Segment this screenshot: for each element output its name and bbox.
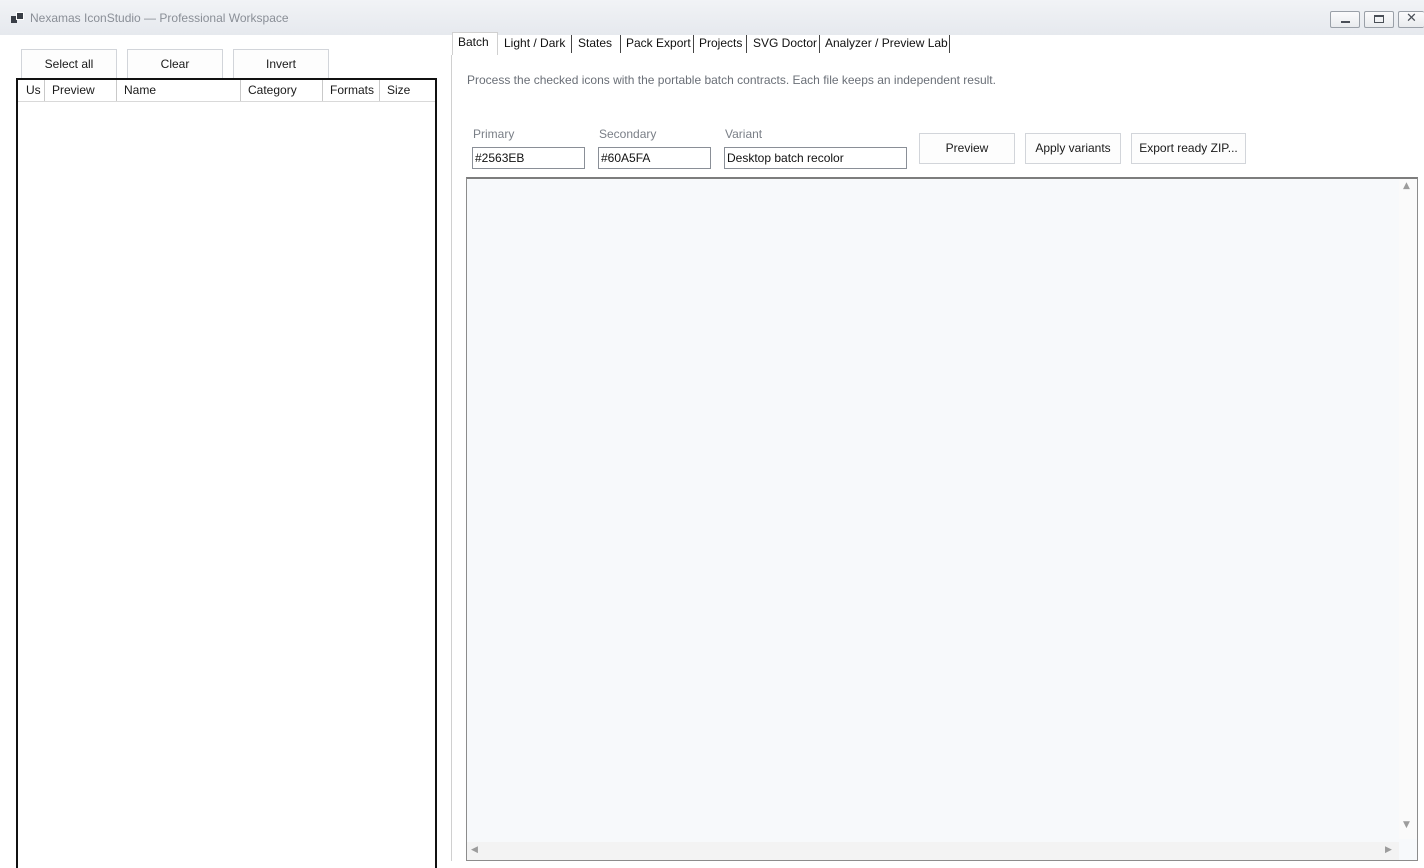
icon-list[interactable]: Us Preview Name Category Formats Size [16,78,437,868]
close-button[interactable]: ✕ [1398,11,1424,28]
primary-label: Primary [473,127,515,141]
variant-label: Variant [725,127,763,141]
clear-button[interactable]: Clear [127,49,223,80]
minimize-button[interactable] [1330,11,1360,28]
batch-preview-canvas[interactable]: ▲ ▼ ◀ ▶ [466,177,1418,861]
scroll-left-icon[interactable]: ◀ [471,846,478,855]
scroll-right-icon[interactable]: ▶ [1385,846,1392,855]
tab-batch[interactable]: Batch [452,32,498,56]
tab-light-dark[interactable]: Light / Dark [501,35,572,53]
secondary-color-input[interactable]: #60A5FA [598,147,711,169]
column-header-formats[interactable]: Formats [323,80,380,101]
minimize-icon [1341,21,1350,23]
maximize-icon [1374,15,1384,23]
tab-projects[interactable]: Projects [696,35,747,53]
batch-description: Process the checked icons with the porta… [467,73,996,87]
apply-variants-button[interactable]: Apply variants [1025,133,1121,164]
batch-tab-page: Process the checked icons with the porta… [451,55,1424,861]
select-all-button[interactable]: Select all [21,49,117,80]
vertical-scrollbar[interactable]: ▲ ▼ [1399,179,1417,839]
horizontal-scrollbar[interactable]: ◀ ▶ [467,842,1399,860]
export-zip-button[interactable]: Export ready ZIP... [1131,133,1246,164]
variant-name-input[interactable]: Desktop batch recolor [724,147,907,169]
title-bar: Nexamas IconStudio — Professional Worksp… [0,0,1424,35]
tab-pack-export[interactable]: Pack Export [623,35,694,53]
column-header-name[interactable]: Name [117,80,241,101]
window-title: Nexamas IconStudio — Professional Worksp… [30,11,289,25]
maximize-button[interactable] [1364,11,1394,28]
tab-analyzer-preview-lab[interactable]: Analyzer / Preview Lab [822,35,950,53]
tab-strip: Batch Light / Dark States Pack Export Pr… [451,32,1424,56]
primary-color-input[interactable]: #2563EB [472,147,585,169]
workspace-panel: Batch Light / Dark States Pack Export Pr… [451,32,1424,861]
preview-button[interactable]: Preview [919,133,1015,164]
tab-svg-doctor[interactable]: SVG Doctor [750,35,820,53]
column-header-size[interactable]: Size [380,80,435,101]
scroll-down-icon[interactable]: ▼ [1403,821,1410,830]
secondary-label: Secondary [599,127,657,141]
icon-list-panel: Select all Clear Invert Us Preview Name … [9,35,441,868]
app-icon [11,12,24,24]
column-header-category[interactable]: Category [241,80,323,101]
list-header: Us Preview Name Category Formats Size [18,80,435,102]
invert-button[interactable]: Invert [233,49,329,80]
column-header-use[interactable]: Us [18,80,45,101]
tab-states[interactable]: States [575,35,621,53]
close-icon: ✕ [1406,11,1417,26]
column-header-preview[interactable]: Preview [45,80,117,101]
scroll-up-icon[interactable]: ▲ [1403,182,1410,191]
